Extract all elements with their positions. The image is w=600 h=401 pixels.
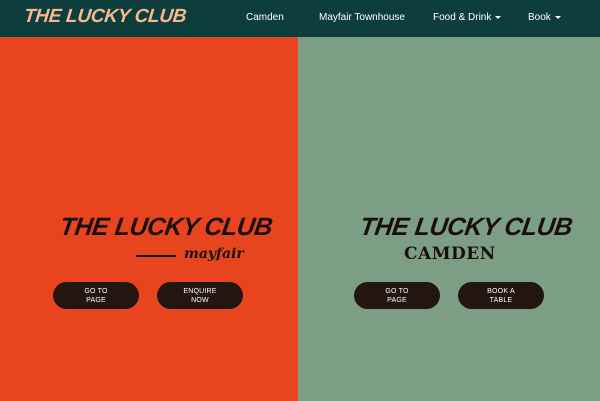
button-label-line2: TABLE bbox=[489, 296, 513, 304]
mayfair-panel: THE LUCKY CLUB mayfair GO TO PAGE ENQUIR… bbox=[0, 37, 298, 401]
button-label-line1: ENQUIRE bbox=[183, 287, 217, 295]
nav-item-label: Book bbox=[528, 12, 551, 23]
nav-item-label: Food & Drink bbox=[433, 12, 492, 23]
caret-down-icon bbox=[554, 16, 561, 19]
button-label-line2: PAGE bbox=[387, 296, 407, 304]
button-label-line2: PAGE bbox=[86, 296, 106, 304]
mayfair-logo-divider bbox=[136, 255, 176, 257]
button-label-line1: GO TO bbox=[385, 287, 409, 295]
mayfair-logo-title: THE LUCKY CLUB bbox=[58, 213, 275, 241]
camden-logo-subtitle: CAMDEN bbox=[404, 244, 496, 264]
camden-panel: THE LUCKY CLUB CAMDEN GO TO PAGE BOOK A … bbox=[298, 37, 600, 401]
camden-logo-title: THE LUCKY CLUB bbox=[358, 213, 575, 241]
nav-item-book[interactable]: Book bbox=[528, 12, 561, 23]
nav-item-camden[interactable]: Camden bbox=[246, 12, 284, 23]
nav-item-label: Mayfair Townhouse bbox=[319, 12, 405, 23]
nav-item-food-drink[interactable]: Food & Drink bbox=[433, 12, 502, 23]
nav-item-label: Camden bbox=[246, 12, 284, 23]
camden-go-to-page-button[interactable]: GO TO PAGE bbox=[354, 282, 440, 309]
caret-down-icon bbox=[495, 16, 502, 19]
mayfair-logo-subtitle: mayfair bbox=[184, 246, 244, 262]
button-label-line1: BOOK A bbox=[487, 287, 515, 295]
nav-item-mayfair-townhouse[interactable]: Mayfair Townhouse bbox=[319, 12, 405, 23]
button-label-line1: GO TO bbox=[84, 287, 108, 295]
mayfair-go-to-page-button[interactable]: GO TO PAGE bbox=[53, 282, 139, 309]
top-navbar: THE LUCKY CLUB Camden Mayfair Townhouse … bbox=[0, 0, 600, 37]
brand-logo[interactable]: THE LUCKY CLUB bbox=[23, 6, 187, 28]
camden-book-a-table-button[interactable]: BOOK A TABLE bbox=[458, 282, 544, 309]
mayfair-enquire-now-button[interactable]: ENQUIRE NOW bbox=[157, 282, 243, 309]
button-label-line2: NOW bbox=[191, 296, 209, 304]
